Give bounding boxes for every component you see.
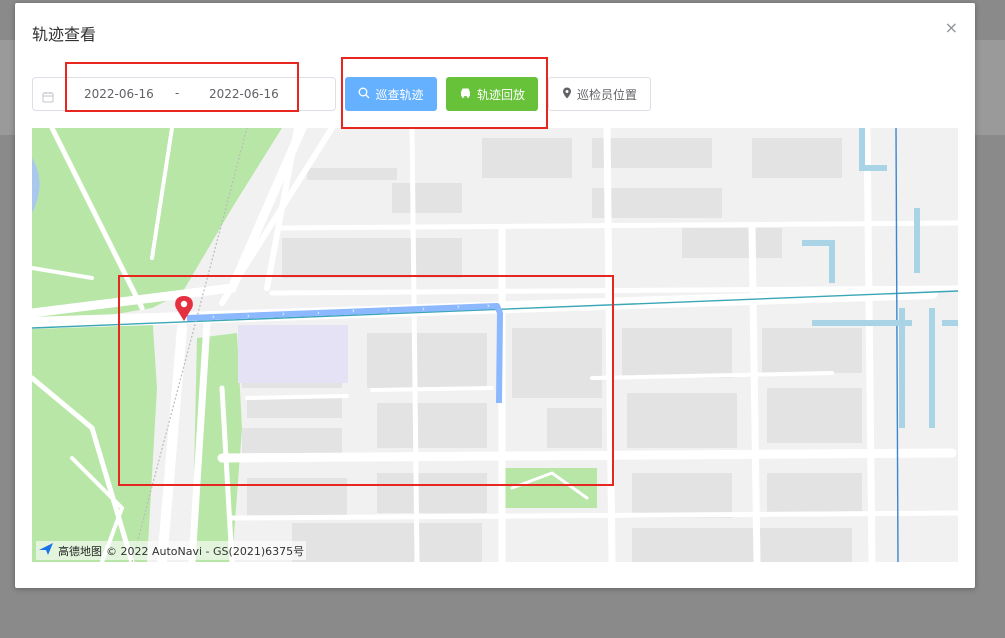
- svg-text:›: ›: [457, 303, 460, 311]
- search-icon: [358, 87, 370, 102]
- dialog-title: 轨迹查看: [32, 25, 97, 44]
- calendar-icon: [42, 88, 54, 107]
- range-separator: -: [175, 86, 180, 100]
- location-icon: [562, 87, 572, 102]
- amap-logo-icon: [38, 542, 54, 559]
- search-track-label: 巡查轨迹: [375, 87, 424, 102]
- start-date-input[interactable]: 2022-06-16: [84, 87, 154, 101]
- svg-text:›: ›: [352, 307, 355, 315]
- svg-text:›: ›: [487, 302, 490, 310]
- svg-text:›: ›: [282, 310, 285, 318]
- close-icon[interactable]: ×: [945, 20, 958, 36]
- date-range-picker[interactable]: 2022-06-16 - 2022-06-16: [32, 77, 336, 111]
- svg-text:›: ›: [247, 312, 250, 320]
- svg-text:›: ›: [317, 309, 320, 317]
- map-view[interactable]: › › › › › › › › › 高德地图 © 2022 AutoNavi - GS(20…: [32, 128, 958, 562]
- car-icon: [459, 87, 472, 101]
- purple-block: [238, 325, 348, 383]
- map-canvas[interactable]: › › › › › › › › ›: [32, 128, 958, 562]
- inspector-position-label: 巡检员位置: [576, 87, 637, 102]
- playback-track-button[interactable]: 轨迹回放: [446, 77, 538, 111]
- svg-text:›: ›: [212, 313, 215, 321]
- amap-logo-text: 高德地图: [58, 544, 102, 558]
- search-track-button[interactable]: 巡查轨迹: [345, 77, 437, 111]
- inspector-position-button[interactable]: 巡检员位置: [548, 77, 651, 111]
- playback-track-label: 轨迹回放: [476, 87, 525, 102]
- map-attribution: 高德地图 © 2022 AutoNavi - GS(2021)6375号: [36, 541, 307, 560]
- end-date-input[interactable]: 2022-06-16: [209, 87, 279, 101]
- track-view-dialog: 轨迹查看 × 2022-06-16 - 2022-06-16 巡查轨迹 轨迹回放: [15, 3, 975, 588]
- svg-text:›: ›: [422, 305, 425, 313]
- map-copyright: © 2022 AutoNavi - GS(2021)6375号: [106, 544, 305, 558]
- svg-text:›: ›: [387, 306, 390, 314]
